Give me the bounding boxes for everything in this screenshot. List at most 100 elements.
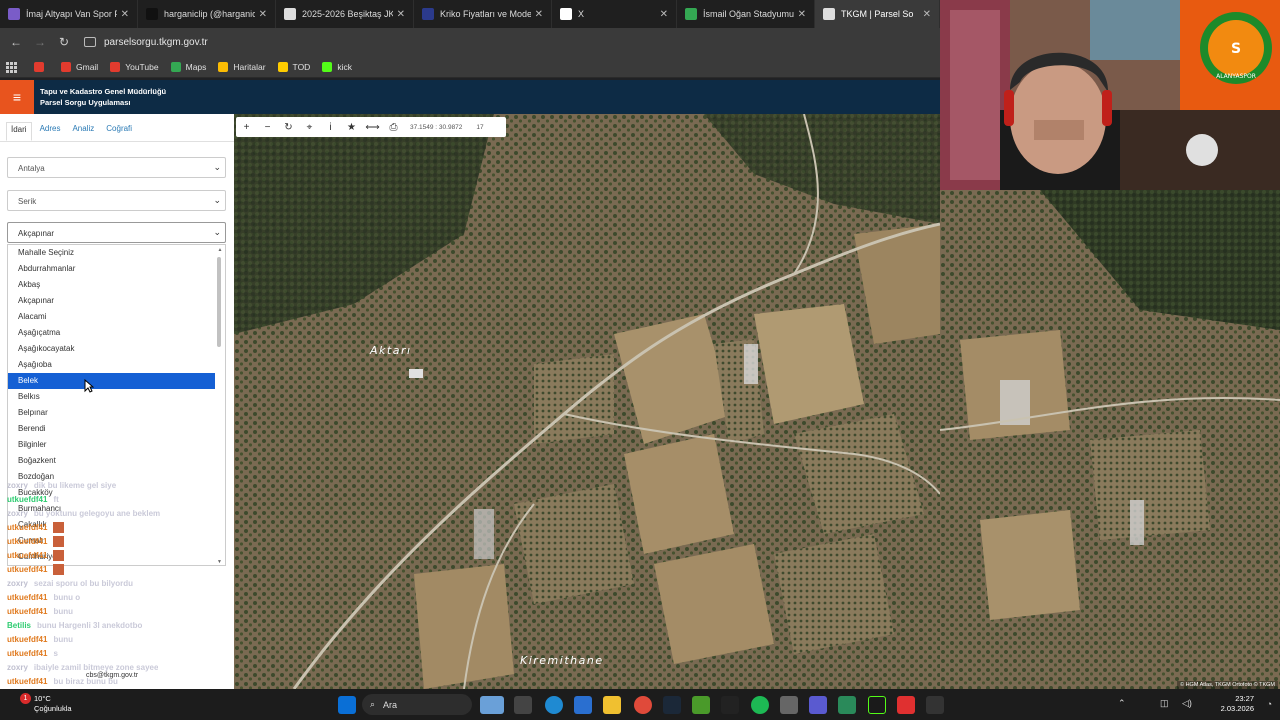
bookmark-icon bbox=[322, 61, 333, 72]
close-icon[interactable]: ✕ bbox=[923, 9, 931, 20]
bookmark-item[interactable]: Maps bbox=[170, 61, 207, 72]
browser-tab[interactable]: harganiclip (@harganiclip) ✕ bbox=[138, 0, 276, 28]
system-clock[interactable]: 23:27 2.03.2026 bbox=[1221, 694, 1254, 714]
menu-icon[interactable]: ≡ bbox=[0, 80, 34, 114]
obs-icon[interactable] bbox=[868, 696, 886, 714]
address-bar-row: ← → ↻ parselsorgu.tkgm.gov.tr bbox=[0, 28, 940, 56]
weather-widget[interactable]: 10°C Çoğunlukla bbox=[22, 694, 72, 714]
tab-adres[interactable]: Adres bbox=[36, 122, 65, 141]
measure-icon[interactable]: ⟷ bbox=[362, 122, 383, 133]
spotify-icon[interactable] bbox=[751, 696, 769, 714]
neighborhood-option[interactable]: Alacami bbox=[8, 309, 225, 325]
browser-tab[interactable]: X ✕ bbox=[552, 0, 677, 28]
edge-icon[interactable] bbox=[545, 696, 563, 714]
bookmark-item[interactable]: kick bbox=[322, 61, 352, 72]
bookmark-label: Maps bbox=[185, 61, 207, 72]
neighborhood-option[interactable]: Aşağıçatma bbox=[8, 325, 225, 341]
close-icon[interactable]: ✕ bbox=[397, 9, 405, 20]
sheets-icon[interactable] bbox=[838, 696, 856, 714]
url-field[interactable]: parselsorgu.tkgm.gov.tr bbox=[84, 37, 208, 48]
satellite-map[interactable]: Aktarı Kiremithane bbox=[234, 114, 940, 689]
refresh-icon[interactable]: ↻ bbox=[278, 122, 299, 133]
file-explorer-icon[interactable] bbox=[603, 696, 621, 714]
tab-idari[interactable]: İdari bbox=[6, 122, 32, 141]
neighborhood-option[interactable]: Bilginler bbox=[8, 437, 225, 453]
chrome-icon[interactable] bbox=[634, 696, 652, 714]
task-view-icon[interactable] bbox=[514, 696, 532, 714]
neighborhood-option[interactable]: Mahalle Seçiniz bbox=[8, 245, 225, 261]
locate-icon[interactable]: ⌖ bbox=[299, 122, 320, 133]
neighborhood-option[interactable]: Aşağıkocayatak bbox=[8, 341, 225, 357]
bookmark-item[interactable] bbox=[34, 61, 49, 72]
neighborhood-option[interactable]: Berendi bbox=[8, 421, 225, 437]
neighborhood-option[interactable]: Bozdoğan bbox=[8, 469, 225, 485]
settings-icon[interactable] bbox=[780, 696, 798, 714]
bookmark-item[interactable]: YouTube bbox=[110, 61, 159, 72]
close-icon[interactable]: ✕ bbox=[535, 9, 543, 20]
app-icon[interactable] bbox=[721, 696, 739, 714]
district-select[interactable]: Serik ⌄ bbox=[7, 190, 226, 211]
taskbar-search[interactable]: ⌕ Ara bbox=[362, 694, 472, 715]
notification-bell-icon[interactable]: ◔ bbox=[1267, 699, 1272, 709]
neighborhood-option[interactable]: Çakallık bbox=[8, 517, 225, 533]
tab-cografi[interactable]: Coğrafi bbox=[102, 122, 136, 141]
search-placeholder: Ara bbox=[383, 699, 398, 710]
bookmark-item[interactable]: Gmail bbox=[61, 61, 98, 72]
apps-grid-icon[interactable] bbox=[6, 61, 17, 73]
province-select[interactable]: Antalya ⌄ bbox=[7, 157, 226, 178]
browser-tab[interactable]: İmaj Altyapı Van Spor FK ✕ bbox=[0, 0, 138, 28]
info-icon[interactable]: i bbox=[320, 122, 341, 133]
browser-tab[interactable]: 2025-2026 Beşiktaş JK M... ✕ bbox=[276, 0, 414, 28]
close-icon[interactable]: ✕ bbox=[798, 9, 806, 20]
neighborhood-option[interactable]: Boğazkent bbox=[8, 453, 225, 469]
close-icon[interactable]: ✕ bbox=[259, 9, 267, 20]
network-icon[interactable]: ◫ bbox=[1160, 698, 1169, 709]
neighborhood-option[interactable]: Belek bbox=[8, 373, 215, 389]
neighborhood-option[interactable]: Bucakköy bbox=[8, 485, 225, 501]
minecraft-icon[interactable] bbox=[692, 696, 710, 714]
close-icon[interactable]: ✕ bbox=[660, 9, 668, 20]
scroll-down-icon[interactable]: ▼ bbox=[217, 559, 222, 565]
tab-title: TKGM | Parsel So bbox=[841, 9, 914, 19]
browser-tab[interactable]: TKGM | Parsel So ✕ bbox=[815, 0, 940, 28]
capcut-icon[interactable] bbox=[926, 696, 944, 714]
teams-icon[interactable] bbox=[809, 696, 827, 714]
scrollbar-thumb[interactable] bbox=[217, 257, 221, 347]
zoom-in-icon[interactable]: + bbox=[236, 122, 257, 133]
neighborhood-select[interactable]: Akçapınar ⌄ bbox=[7, 222, 226, 243]
browser-tab[interactable]: Kriko Fiyatları ve Modeller ✕ bbox=[414, 0, 552, 28]
record-icon[interactable] bbox=[897, 696, 915, 714]
back-icon[interactable]: ← bbox=[4, 35, 28, 49]
tab-analiz[interactable]: Analiz bbox=[68, 122, 98, 141]
neighborhood-option[interactable]: Aşağıoba bbox=[8, 357, 225, 373]
volume-icon[interactable]: ◁) bbox=[1182, 698, 1192, 709]
reload-icon[interactable]: ↻ bbox=[52, 35, 76, 49]
neighborhood-option[interactable]: Akbaş bbox=[8, 277, 225, 293]
neighborhood-option[interactable]: Belpınar bbox=[8, 405, 225, 421]
scroll-up-icon[interactable]: ▲ bbox=[217, 247, 223, 253]
neighborhood-option[interactable]: Belkıs bbox=[8, 389, 225, 405]
bookmark-item[interactable]: TOD bbox=[277, 61, 310, 72]
windows-start-icon[interactable] bbox=[338, 696, 356, 714]
neighborhood-option[interactable]: Cumhuriyet bbox=[8, 549, 225, 565]
store-icon[interactable] bbox=[574, 696, 592, 714]
dropdown-scrollbar[interactable]: ▲ ▼ bbox=[217, 247, 223, 565]
zoom-out-icon[interactable]: − bbox=[257, 122, 278, 133]
neighborhood-option[interactable]: Cumalı bbox=[8, 533, 225, 549]
forward-icon[interactable]: → bbox=[28, 35, 52, 49]
close-icon[interactable]: ✕ bbox=[121, 9, 129, 20]
star-icon[interactable]: ★ bbox=[341, 122, 362, 133]
satellite-map-right[interactable] bbox=[940, 190, 1280, 689]
bookmark-item[interactable]: Haritalar bbox=[218, 61, 266, 72]
steam-icon[interactable] bbox=[663, 696, 681, 714]
neighborhood-dropdown-list[interactable]: Mahalle Seçiniz Abdurrahmanlar Akbaş Akçapı… bbox=[7, 244, 226, 566]
widget-icon[interactable] bbox=[480, 696, 504, 714]
browser-tab[interactable]: İsmail Oğan Stadyumu - G ✕ bbox=[677, 0, 815, 28]
neighborhood-option[interactable]: Burmahancı bbox=[8, 501, 225, 517]
neighborhood-option[interactable]: Akçapınar bbox=[8, 293, 225, 309]
neighborhood-option[interactable]: Abdurrahmanlar bbox=[8, 261, 225, 277]
map-toolbar: + − ↻ ⌖ i ★ ⟷ ⎙ 37.1549 : 30.9872 17 bbox=[236, 117, 506, 137]
site-info-icon[interactable] bbox=[84, 37, 96, 47]
tray-overflow-icon[interactable]: ⌃ bbox=[1118, 698, 1126, 709]
print-icon[interactable]: ⎙ bbox=[383, 122, 404, 133]
